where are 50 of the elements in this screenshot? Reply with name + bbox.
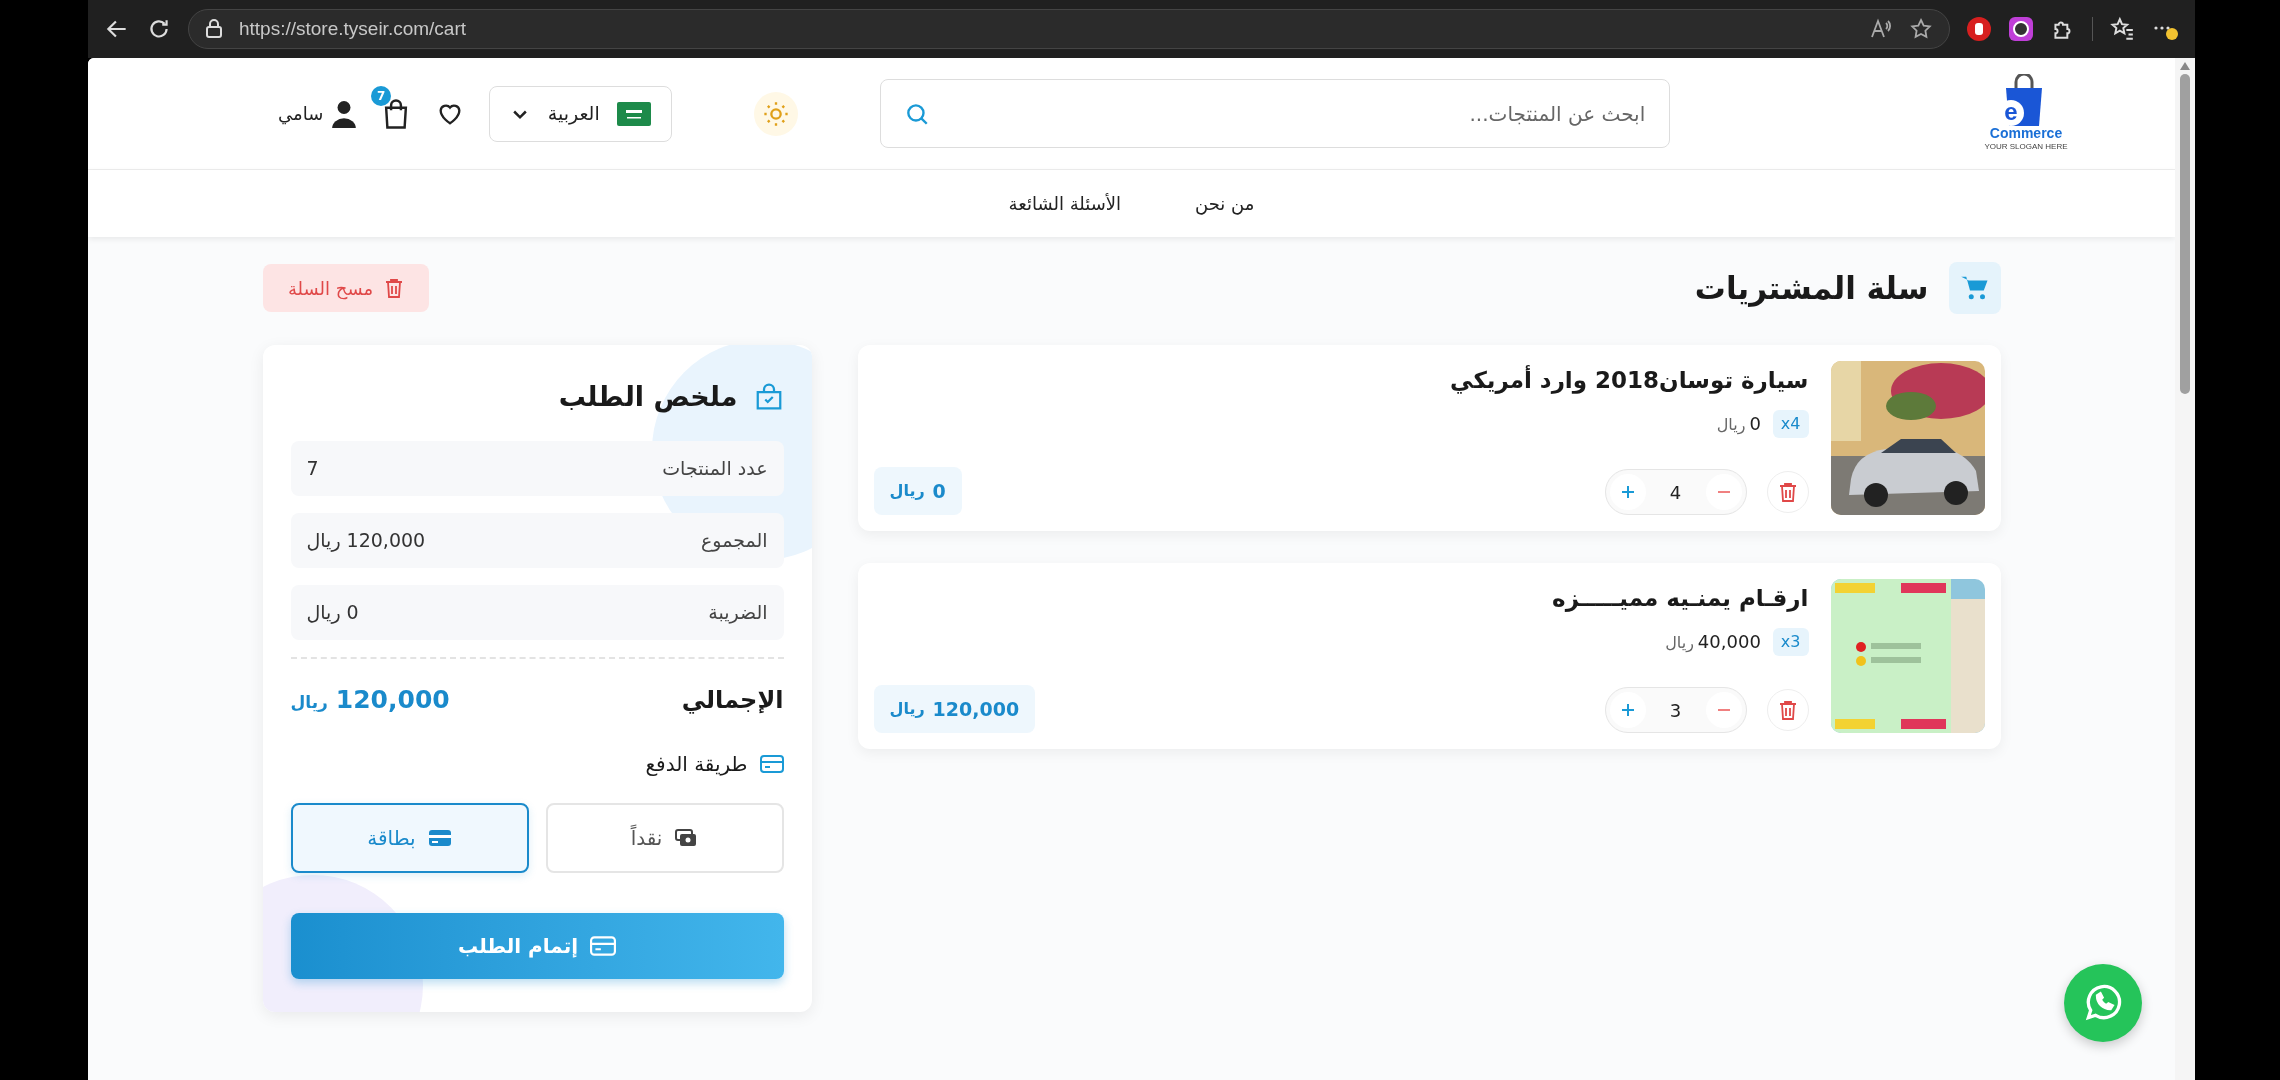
page-title: سلة المشتريات bbox=[1694, 268, 1929, 309]
delete-button[interactable] bbox=[1766, 689, 1809, 731]
summary-row: المجموع 120,000 ريال bbox=[290, 513, 784, 568]
quantity-stepper[interactable]: 3 bbox=[1604, 687, 1747, 733]
sun-icon bbox=[762, 99, 791, 128]
lock-icon bbox=[205, 19, 223, 39]
star-icon[interactable] bbox=[1909, 17, 1933, 41]
payment-method-label: طريقة الدفع bbox=[645, 750, 748, 778]
summary-title: ملخص الطلب bbox=[558, 379, 738, 415]
payment-option[interactable]: نقداً bbox=[545, 802, 784, 873]
credit-card-icon bbox=[759, 753, 784, 774]
extension-icon[interactable] bbox=[2008, 16, 2034, 42]
summary-row: الضريبة 0 ريال bbox=[290, 585, 784, 640]
plus-icon bbox=[1619, 484, 1636, 500]
product-title: سيارة توسان2018 وارد أمريكي bbox=[1450, 364, 1809, 396]
trash-icon bbox=[385, 278, 404, 298]
scrollbar[interactable] bbox=[2175, 58, 2195, 1080]
flag-icon bbox=[617, 101, 652, 126]
whatsapp-button[interactable] bbox=[2064, 964, 2142, 1042]
credit-card-icon bbox=[427, 827, 452, 848]
credit-card-icon bbox=[590, 934, 617, 957]
nav-link[interactable]: الأسئلة الشائعة bbox=[1008, 190, 1122, 217]
cart-count-badge: 7 bbox=[371, 85, 392, 106]
url-text: https://store.tyseir.com/cart bbox=[239, 16, 467, 41]
scrollbar-thumb[interactable] bbox=[2180, 74, 2190, 394]
extension-icon[interactable] bbox=[1966, 16, 1992, 42]
trash-icon bbox=[1778, 700, 1797, 720]
user-icon bbox=[331, 99, 358, 128]
quantity-badge: x4 bbox=[1772, 409, 1809, 438]
plus-icon bbox=[1619, 702, 1636, 718]
trash-icon bbox=[1778, 482, 1797, 502]
nav-link[interactable]: من نحن bbox=[1195, 190, 1255, 217]
increase-button[interactable] bbox=[1609, 474, 1646, 510]
quantity-badge: x3 bbox=[1772, 627, 1809, 656]
quantity-stepper[interactable]: 4 bbox=[1604, 469, 1747, 515]
favorites-icon[interactable] bbox=[2109, 16, 2135, 42]
increase-button[interactable] bbox=[1609, 692, 1646, 728]
scroll-up-arrow-icon[interactable] bbox=[2180, 62, 2190, 70]
language-select[interactable]: العربية bbox=[489, 85, 673, 142]
address-bar[interactable]: https://store.tyseir.com/cart bbox=[188, 9, 1950, 49]
minus-icon bbox=[1716, 709, 1731, 711]
total-label: الإجمالي bbox=[681, 684, 784, 716]
product-title: ارقـام يمنـيه مميـــــزه bbox=[1552, 584, 1809, 614]
minus-icon bbox=[1716, 491, 1731, 493]
logo[interactable]: e Commerce YOUR SLOGAN HERE bbox=[1983, 74, 2069, 153]
user-menu[interactable]: سامي bbox=[278, 99, 358, 128]
wallet-icon bbox=[674, 827, 699, 848]
delete-button[interactable] bbox=[1766, 471, 1809, 513]
search-field[interactable]: ابحث عن المنتجات... bbox=[880, 79, 1671, 148]
payment-option[interactable]: بطاقة bbox=[290, 802, 529, 873]
